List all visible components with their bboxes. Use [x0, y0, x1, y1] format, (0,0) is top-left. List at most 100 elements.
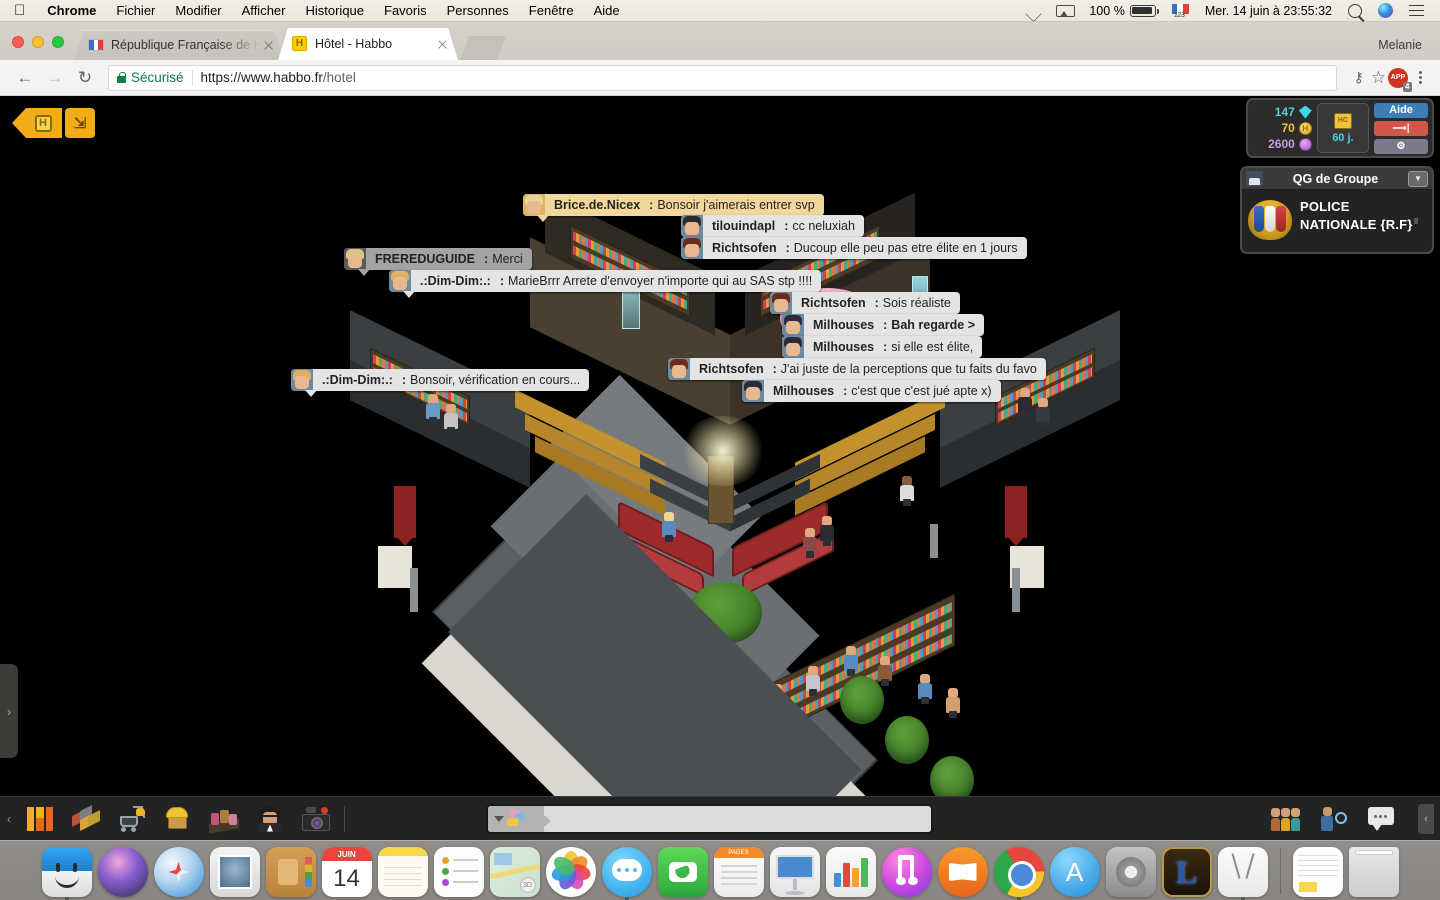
forward-arrow-icon[interactable]: →	[40, 63, 70, 93]
expand-right-icon[interactable]: ‹	[1418, 803, 1434, 834]
messages-icon[interactable]	[1366, 803, 1398, 835]
notification-center-icon[interactable]	[1401, 4, 1432, 17]
airplay-icon[interactable]	[1048, 4, 1081, 17]
browser-tab-2-close[interactable]	[435, 37, 450, 52]
back-arrow-icon[interactable]: ←	[10, 63, 40, 93]
dock-item-messages[interactable]	[601, 847, 652, 897]
new-tab-button[interactable]	[460, 36, 506, 60]
my-avatar-icon[interactable]	[254, 803, 286, 835]
close-window-button[interactable]	[12, 36, 24, 48]
group-hq-title: QG de Groupe	[1292, 171, 1379, 186]
reload-icon[interactable]: ↻	[70, 63, 100, 93]
chat-bubble[interactable]: Richtsofen: J'ai juste de la perceptions…	[668, 358, 1046, 380]
browser-tab-1[interactable]: République Française de Habb	[74, 30, 284, 60]
dock-item-chrome[interactable]	[993, 847, 1044, 897]
dock-item-calendar[interactable]: JUIN 14	[321, 847, 372, 897]
chat-bubble[interactable]: Richtsofen: Sois réaliste	[770, 292, 960, 314]
exit-room-button[interactable]: H	[12, 108, 62, 138]
dock-item-numbers[interactable]	[825, 847, 876, 897]
chat-input-container[interactable]	[486, 804, 933, 834]
diamonds-amount: 147	[1274, 105, 1295, 119]
apple-logo-icon[interactable]: 	[0, 3, 37, 18]
catalog-cart-icon[interactable]	[116, 803, 148, 835]
left-panel-toggle[interactable]: ›	[0, 664, 18, 758]
dock-item-trash[interactable]	[1348, 847, 1399, 897]
settings-gear-button[interactable]: ⚙	[1373, 138, 1429, 154]
menu-item-afficher[interactable]: Afficher	[232, 3, 296, 18]
chat-style-selector[interactable]	[488, 806, 551, 832]
dock-item-league-of-legends[interactable]	[1161, 847, 1212, 897]
chat-bubble[interactable]: .:Dim-Dim:.:: Bonsoir, vérification en c…	[291, 369, 590, 397]
spotlight-search-icon[interactable]	[1340, 3, 1370, 18]
dock-item-preview[interactable]	[1217, 847, 1268, 897]
dock-item-pages[interactable]: PAGES	[713, 847, 764, 897]
dock-item-finder[interactable]	[41, 847, 92, 897]
chat-bubble[interactable]: .:Dim-Dim:.:: MarieBrrr Arrete d'envoyer…	[389, 270, 822, 298]
bookmark-star-icon[interactable]: ☆	[1371, 68, 1386, 88]
browser-tab-2[interactable]: H Hôtel - Habbo	[278, 28, 458, 60]
fullscreen-expand-icon[interactable]: ⇲	[65, 108, 95, 138]
dock-item-siri[interactable]	[97, 847, 148, 897]
dock-item-keynote[interactable]	[769, 847, 820, 897]
chat-bubble[interactable]: Milhouses: c'est que c'est jué apte x)	[742, 380, 1001, 402]
chat-bubble[interactable]: Milhouses: si elle est élite,	[782, 336, 983, 358]
browser-profile-name[interactable]: Melanie	[1378, 38, 1440, 60]
dock-item-reminders[interactable]	[433, 847, 484, 897]
browser-tab-1-close[interactable]	[261, 38, 276, 53]
menu-item-personnes[interactable]: Personnes	[437, 3, 519, 18]
keyboard-layout-icon[interactable]: 123	[1164, 3, 1197, 19]
chat-bubble[interactable]: tilouindapl: cc neluxiah	[681, 215, 864, 237]
camera-icon[interactable]	[300, 803, 332, 835]
menu-item-fenetre[interactable]: Fenêtre	[519, 3, 584, 18]
chevron-down-icon[interactable]: ▼	[1408, 170, 1428, 187]
menubar-clock[interactable]: Mer. 14 juin à 23:55:32	[1197, 4, 1340, 18]
maximize-window-button[interactable]	[52, 36, 64, 48]
menu-item-chrome[interactable]: Chrome	[37, 3, 106, 18]
dock-item-mail[interactable]	[209, 847, 260, 897]
habbo-game-canvas[interactable]: H ⇲ › 147 70 H 2600 HC 60 j. Aide ⟶| ⚙ Q…	[0, 96, 1440, 840]
duckets-row[interactable]: 2600	[1268, 137, 1312, 151]
credits-row[interactable]: 70 H	[1281, 121, 1312, 135]
dock-item-photos[interactable]	[545, 847, 596, 897]
chat-input[interactable]	[544, 806, 931, 832]
dock-item-ibooks[interactable]	[937, 847, 988, 897]
navigator-icon[interactable]	[70, 803, 102, 835]
user-search-icon[interactable]	[1318, 803, 1350, 835]
password-key-icon[interactable]: ⚷	[1349, 68, 1369, 88]
habbo-club-widget[interactable]: HC 60 j.	[1316, 103, 1369, 153]
habbo-logo-icon[interactable]	[24, 803, 56, 835]
wifi-icon[interactable]	[1017, 5, 1048, 16]
battery-status[interactable]: 100 %	[1081, 4, 1163, 18]
menu-item-favoris[interactable]: Favoris	[374, 3, 437, 18]
friends-list-icon[interactable]	[1270, 803, 1302, 835]
menu-item-modifier[interactable]: Modifier	[165, 3, 231, 18]
dock-item-facetime[interactable]	[657, 847, 708, 897]
chat-bubble[interactable]: FREREDUGUIDE: Merci	[344, 248, 532, 276]
dock-item-notes[interactable]	[377, 847, 428, 897]
chat-bubble[interactable]: Milhouses: Bah regarde >	[782, 314, 985, 336]
dock-item-itunes[interactable]	[881, 847, 932, 897]
diamonds-row[interactable]: 147	[1275, 105, 1312, 119]
help-button[interactable]: Aide	[1373, 102, 1429, 118]
menu-item-aide[interactable]: Aide	[584, 3, 630, 18]
menu-item-fichier[interactable]: Fichier	[106, 3, 165, 18]
adblock-extension-icon[interactable]: APP 4	[1388, 67, 1412, 92]
chrome-menu-icon[interactable]	[1410, 68, 1430, 88]
dock-item-document[interactable]	[1292, 847, 1343, 897]
chat-bubble[interactable]: Richtsofen: Ducoup elle peu pas etre éli…	[681, 237, 1027, 259]
dock-item-contacts[interactable]	[265, 847, 316, 897]
logout-button[interactable]: ⟶|	[1373, 120, 1429, 136]
dock-item-appstore[interactable]: A	[1049, 847, 1100, 897]
builders-club-icon[interactable]	[162, 803, 194, 835]
siri-icon[interactable]	[1370, 3, 1401, 18]
dock-item-maps[interactable]: 3D	[489, 847, 540, 897]
address-bar[interactable]: Sécurisé https://www.habbo.fr/hotel	[108, 64, 1337, 91]
dock-item-safari[interactable]	[153, 847, 204, 897]
minimize-window-button[interactable]	[32, 36, 44, 48]
inventory-furni-icon[interactable]	[208, 803, 240, 835]
group-hq-body[interactable]: POLICE NATIONALE {R.F}	[1242, 190, 1432, 252]
dock-item-system-preferences[interactable]	[1105, 847, 1156, 897]
chat-bubble[interactable]: Brice.de.Nicex: Bonsoir j'aimerais entre…	[523, 194, 824, 222]
collapse-left-icon[interactable]: ‹	[0, 812, 18, 826]
menu-item-historique[interactable]: Historique	[295, 3, 374, 18]
